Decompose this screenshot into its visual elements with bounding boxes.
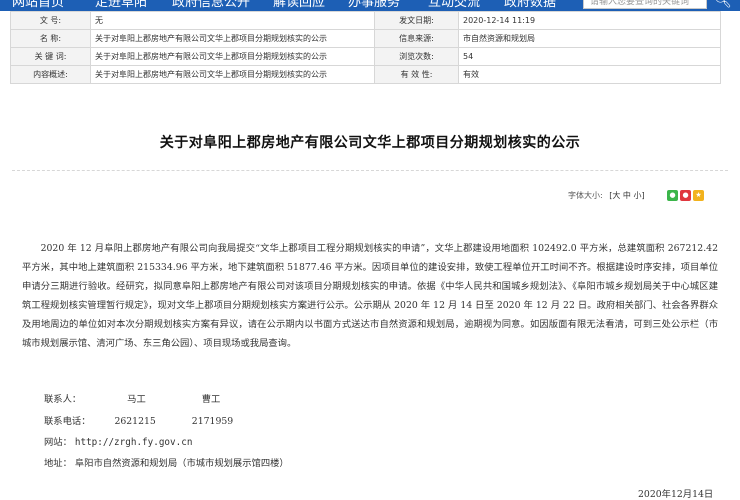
- table-row: 名 称: 关于对阜阳上郡房地产有限公司文华上郡项目分期规划核实的公示 信息来源:…: [10, 29, 721, 48]
- weibo-icon[interactable]: ●: [680, 190, 691, 201]
- validity-label: 有 效 性:: [374, 65, 459, 84]
- nav-home[interactable]: 网站首页: [12, 0, 64, 11]
- page-title: 关于对阜阳上郡房地产有限公司文华上郡项目分期规划核实的公示: [159, 135, 581, 151]
- qzone-icon[interactable]: ★: [693, 190, 704, 201]
- doc-number-value: 无: [90, 11, 375, 30]
- nav-about-fuyang[interactable]: 走进阜阳: [95, 0, 147, 11]
- address-label: 地址：: [44, 458, 72, 469]
- nav-gov-info[interactable]: 政府信息公开: [172, 0, 250, 11]
- search-input[interactable]: 请输入您要查询的关键词: [583, 0, 707, 9]
- doc-number-label: 文 号:: [10, 11, 91, 30]
- address-row: 地址： 阜阳市自然资源和规划局（市城市规划展示馆四楼）: [44, 455, 289, 469]
- address-value: 阜阳市自然资源和规划局（市城市规划展示馆四楼）: [74, 458, 289, 469]
- contact-phone-row: 联系电话： 2621215 2171959: [44, 413, 233, 427]
- validity-value: 有效: [458, 65, 721, 84]
- website-link[interactable]: http://zrgh.fy.gov.cn: [75, 437, 193, 448]
- source-label: 信息来源:: [374, 29, 459, 48]
- wechat-icon[interactable]: ●: [667, 190, 678, 201]
- keywords-value: 关于对阜阳上郡房地产有限公司文华上郡项目分期规划核实的公示: [90, 47, 375, 66]
- website-row: 网站： http://zrgh.fy.gov.cn: [44, 434, 192, 448]
- document-info-table: 文 号: 无 发文日期: 2020-12-14 11:19 名 称: 关于对阜阳…: [10, 11, 721, 84]
- contact-label: 联系人：: [44, 394, 82, 405]
- publish-date-label: 发文日期:: [374, 11, 459, 30]
- name-label: 名 称:: [10, 29, 91, 48]
- table-row: 文 号: 无 发文日期: 2020-12-14 11:19: [10, 11, 721, 30]
- article-body: 2020 年 12 月阜阳上郡房地产有限公司向我局提交“文华上郡项目工程分期规划…: [22, 239, 718, 353]
- table-row: 关 键 词: 关于对阜阳上郡房地产有限公司文华上郡项目分期规划核实的公示 浏览次…: [10, 47, 721, 66]
- top-nav: 网站首页 走进阜阳 政府信息公开 解读回应 办事服务 互动交流 政府数据 请输入…: [0, 0, 740, 11]
- publish-date-value: 2020-12-14 11:19: [458, 11, 721, 30]
- font-size-label: 字体大小:: [568, 191, 603, 200]
- publish-date-signature: 2020年12月14日: [638, 489, 714, 500]
- article-paragraph: 2020 年 12 月阜阳上郡房地产有限公司向我局提交“文华上郡项目工程分期规划…: [22, 243, 718, 349]
- views-value: 54: [458, 47, 721, 66]
- contact-person-1: 马工: [127, 394, 146, 405]
- contact-person-row: 联系人： 马工 曹工: [44, 391, 220, 405]
- phone-1: 2621215: [114, 416, 156, 427]
- phone-2: 2171959: [191, 416, 234, 427]
- keywords-label: 关 键 词:: [10, 47, 91, 66]
- views-label: 浏览次数:: [374, 47, 459, 66]
- nav-interaction[interactable]: 互动交流: [428, 0, 480, 11]
- nav-gov-data[interactable]: 政府数据: [504, 0, 556, 11]
- divider: [12, 170, 728, 171]
- summary-label: 内容概述:: [10, 65, 91, 84]
- font-size-control: 字体大小: [大 中 小]: [568, 190, 645, 201]
- name-value: 关于对阜阳上郡房地产有限公司文华上郡项目分期规划核实的公示: [90, 29, 375, 48]
- search-icon[interactable]: 🔍︎: [712, 0, 734, 10]
- font-size-options[interactable]: [大 中 小]: [609, 191, 644, 200]
- table-row: 内容概述: 关于对阜阳上郡房地产有限公司文华上郡项目分期规划核实的公示 有 效 …: [10, 65, 721, 84]
- contact-person-2: 曹工: [201, 394, 221, 405]
- website-label: 网站：: [44, 437, 72, 448]
- phone-label: 联系电话：: [44, 416, 91, 427]
- source-value: 市自然资源和规划局: [458, 29, 721, 48]
- nav-interpretation[interactable]: 解读回应: [273, 0, 325, 11]
- nav-services[interactable]: 办事服务: [348, 0, 400, 11]
- summary-value: 关于对阜阳上郡房地产有限公司文华上郡项目分期规划核实的公示: [90, 65, 375, 84]
